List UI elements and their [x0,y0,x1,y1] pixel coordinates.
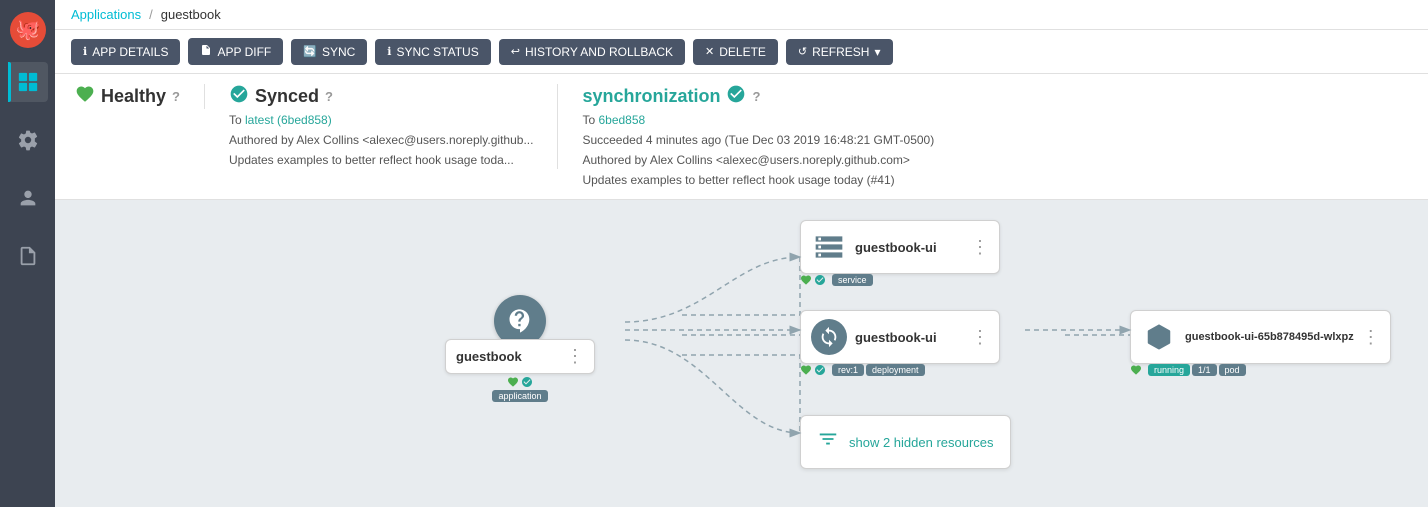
guestbook-ui-service-menu[interactable]: ⋮ [971,237,989,258]
breadcrumb: Applications / guestbook [55,0,1428,30]
guestbook-main-node[interactable]: guestbook ⋮ application [445,295,595,402]
refresh-button[interactable]: ↺ REFRESH ▾ [786,39,893,65]
delete-button[interactable]: ✕ DELETE [693,39,778,65]
svg-text:🐙: 🐙 [15,19,40,41]
sync-status-button[interactable]: ℹ SYNC STATUS [375,39,490,65]
sidebar-item-settings[interactable] [8,120,48,160]
guestbook-ui-deploy-menu[interactable]: ⋮ [971,327,989,348]
guestbook-ui-service-node[interactable]: guestbook-ui ⋮ [800,220,1000,274]
guestbook-ui-pod-health: running 1/1 pod [1130,364,1246,376]
guestbook-main-badge: application [492,390,547,402]
sidebar-item-docs[interactable] [8,236,48,276]
sync-check-icon [229,84,249,109]
breadcrumb-applications[interactable]: Applications [71,7,141,22]
graph-area: guestbook ⋮ application guestbook-ui ⋮ s… [55,200,1428,507]
guestbook-main-health [507,376,533,388]
sync-detail-section: synchronization ? To 6bed858 Succeeded 4… [582,84,958,189]
sync-help-icon[interactable]: ? [325,89,333,104]
sync-detail-commit-link[interactable]: 6bed858 [598,113,645,127]
health-help-icon[interactable]: ? [172,89,180,104]
sidebar-logo: 🐙 [8,10,48,50]
sync-label: Synced [255,86,319,107]
delete-icon: ✕ [705,45,714,58]
sync-detail-message: Updates examples to better reflect hook … [582,171,934,189]
pod-icon [1141,319,1177,355]
guestbook-ui-deploy-badge-rev: rev:1 [832,364,864,376]
sync-title: Synced ? [229,84,533,109]
pod-badge-type: pod [1219,364,1246,376]
guestbook-ui-service-badge: service [832,274,873,286]
guestbook-ui-pod-node[interactable]: guestbook-ui-65b878495d-wlxpz ⋮ [1130,310,1391,364]
sidebar-item-user[interactable] [8,178,48,218]
guestbook-ui-pod-label: guestbook-ui-65b878495d-wlxpz [1185,331,1354,343]
sync-detail-timestamp: Succeeded 4 minutes ago (Tue Dec 03 2019… [582,131,934,149]
service-icon [811,229,847,265]
deploy-icon [811,319,847,355]
hidden-resources-label: show 2 hidden resources [849,435,994,450]
sync-detail-to: To 6bed858 [582,111,934,129]
health-label: Healthy [101,86,166,107]
guestbook-ui-service-label: guestbook-ui [855,240,963,255]
sync-detail-title: synchronization ? [582,84,934,109]
guestbook-ui-deploy-node[interactable]: guestbook-ui ⋮ [800,310,1000,364]
health-title: Healthy ? [75,84,180,109]
guestbook-ui-deploy-health: rev:1 deployment [800,364,925,376]
sync-commit-link[interactable]: latest (6bed858) [245,113,332,127]
sync-detail-label: synchronization [582,86,720,107]
history-icon: ↩ [511,45,520,58]
pod-badge-count: 1/1 [1192,364,1217,376]
sync-detail-author: Authored by Alex Collins <alexec@users.n… [582,151,934,169]
guestbook-ui-deploy-badge: deployment [866,364,925,376]
pod-badge-running: running [1148,364,1190,376]
health-status-section: Healthy ? [75,84,205,109]
breadcrumb-current: guestbook [161,7,221,22]
guestbook-main-label: guestbook [456,349,560,364]
diff-icon [200,44,212,59]
sync-author: Authored by Alex Collins <alexec@users.n… [229,131,533,149]
sync-to: To latest (6bed858) [229,111,533,129]
sync-button[interactable]: 🔄 SYNC [291,39,367,65]
sync-icon: 🔄 [303,45,317,58]
guestbook-main-menu[interactable]: ⋮ [566,346,584,367]
guestbook-main-card[interactable]: guestbook ⋮ [445,339,595,374]
guestbook-ui-deploy-label: guestbook-ui [855,330,963,345]
app-diff-button[interactable]: APP DIFF [188,38,283,65]
sidebar: 🐙 [0,0,55,507]
toolbar: ℹ APP DETAILS APP DIFF 🔄 SYNC ℹ SYNC STA… [55,30,1428,74]
guestbook-ui-pod-menu[interactable]: ⋮ [1362,327,1380,348]
hidden-resources-node[interactable]: show 2 hidden resources [800,415,1011,469]
app-details-button[interactable]: ℹ APP DETAILS [71,39,180,65]
history-rollback-button[interactable]: ↩ HISTORY AND ROLLBACK [499,39,685,65]
sync-detail-check-icon [726,84,746,109]
heart-icon [75,84,95,109]
info-icon: ℹ [83,45,87,58]
status-bar: Healthy ? Synced ? To latest (6bed858) A… [55,74,1428,200]
sync-status-section: Synced ? To latest (6bed858) Authored by… [229,84,558,169]
sync-detail-help-icon[interactable]: ? [752,89,760,104]
refresh-dropdown-icon: ▾ [874,45,880,59]
sidebar-item-applications[interactable] [8,62,48,102]
filter-icon [817,428,839,456]
sync-message: Updates examples to better reflect hook … [229,151,533,169]
guestbook-ui-service-health: service [800,274,873,286]
sync-status-icon: ℹ [387,45,391,58]
refresh-icon: ↺ [798,45,807,58]
breadcrumb-separator: / [149,7,153,22]
main-content: Applications / guestbook ℹ APP DETAILS A… [55,0,1428,507]
